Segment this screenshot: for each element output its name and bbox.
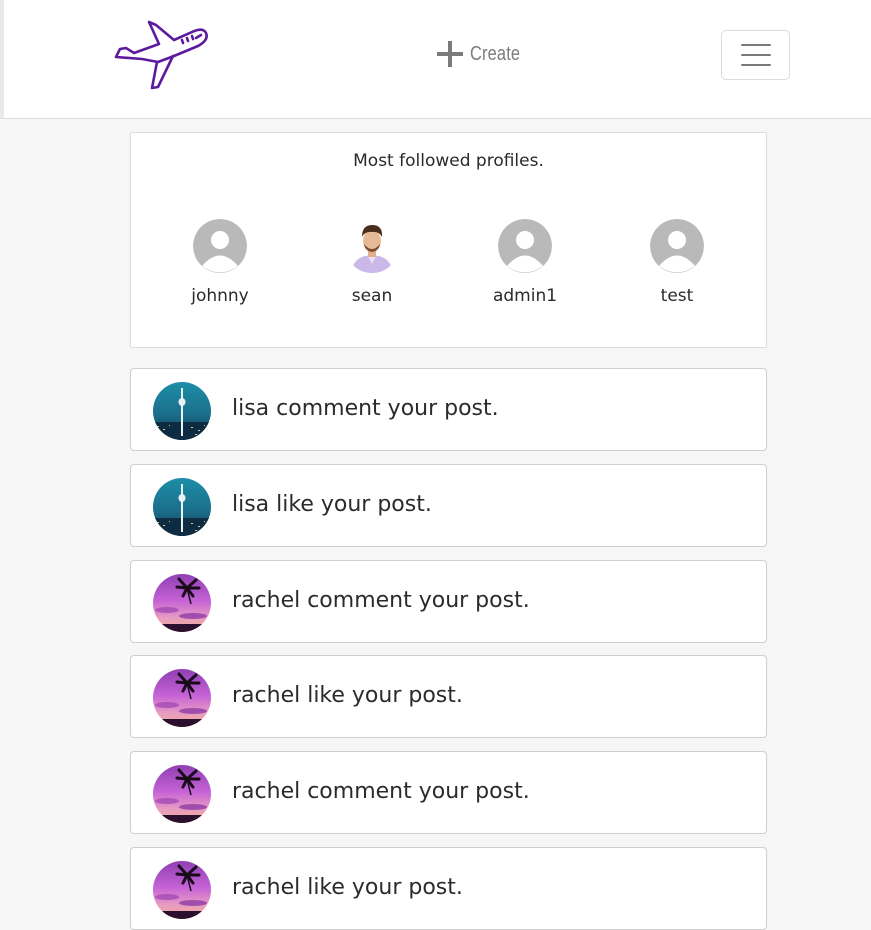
profile-test[interactable]: test	[617, 219, 737, 306]
profile-admin1[interactable]: admin1	[465, 219, 585, 306]
hamburger-menu-icon	[740, 44, 771, 46]
notification-text: lisa comment your post.	[232, 396, 499, 421]
profile-photo	[345, 219, 399, 273]
user-avatar-lisa	[153, 382, 211, 440]
notification-text: rachel like your post.	[232, 875, 463, 900]
profile-name: sean	[351, 286, 393, 306]
notification-item[interactable]: rachel like your post.	[130, 655, 767, 738]
profile-name: test	[660, 286, 694, 306]
city-tower-photo	[153, 382, 211, 440]
user-avatar-rachel	[153, 765, 211, 823]
user-avatar-rachel	[153, 669, 211, 727]
hamburger-bar	[740, 54, 771, 56]
notification-text: rachel comment your post.	[232, 588, 530, 613]
notification-item[interactable]: rachel comment your post.	[130, 560, 767, 643]
hamburger-menu-button[interactable]	[721, 30, 790, 80]
profile-name: admin1	[492, 286, 558, 306]
notification-item[interactable]: rachel like your post.	[130, 847, 767, 930]
default-avatar-icon	[498, 219, 552, 273]
default-avatar-icon	[650, 219, 704, 273]
notification-text: rachel like your post.	[232, 683, 463, 708]
plus-icon	[437, 41, 463, 67]
default-avatar-icon	[193, 219, 247, 273]
purple-sunset-photo	[153, 669, 211, 727]
purple-sunset-photo	[153, 765, 211, 823]
purple-sunset-photo	[153, 861, 211, 919]
top-navbar: Create	[0, 0, 871, 119]
user-avatar-rachel	[153, 861, 211, 919]
notification-item[interactable]: lisa comment your post.	[130, 368, 767, 451]
profile-sean[interactable]: sean	[312, 219, 432, 306]
notification-text: rachel comment your post.	[232, 779, 530, 804]
most-followed-title: Most followed profiles.	[353, 151, 544, 171]
profile-name: johnny	[191, 286, 249, 306]
hamburger-bar	[740, 64, 771, 66]
create-label: Create	[470, 42, 521, 65]
notification-text: lisa like your post.	[232, 492, 432, 517]
user-avatar-lisa	[153, 478, 211, 536]
purple-sunset-photo	[153, 574, 211, 632]
profile-johnny[interactable]: johnny	[160, 219, 280, 306]
airplane-icon[interactable]	[112, 18, 212, 92]
city-tower-photo	[153, 478, 211, 536]
notification-item[interactable]: rachel comment your post.	[130, 751, 767, 834]
create-button[interactable]: Create	[436, 38, 531, 70]
most-followed-profiles-card: Most followed profiles. johnny sean admi…	[130, 132, 767, 348]
notification-item[interactable]: lisa like your post.	[130, 464, 767, 547]
user-avatar-rachel	[153, 574, 211, 632]
